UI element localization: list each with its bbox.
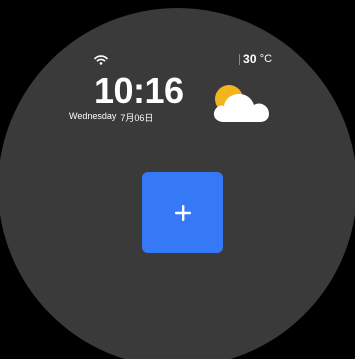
clock-day: 7月06日 <box>120 113 154 123</box>
temperature-divider <box>239 53 240 65</box>
clock-time: 10:16 <box>94 70 184 111</box>
partly-cloudy-icon <box>213 85 269 122</box>
add-widget-button[interactable] <box>142 172 223 253</box>
wifi-icon <box>94 55 108 65</box>
temperature-value: 30 <box>243 52 257 66</box>
clock-date: Wednesday 7月06日 <box>69 111 153 124</box>
screen: 30 °C 10:16 Wednesday 7月06日 <box>0 0 355 359</box>
temperature-indicator: 30 °C <box>239 51 272 67</box>
clock-weekday: Wednesday <box>69 111 117 121</box>
temperature-unit: °C <box>259 53 273 65</box>
plus-icon <box>174 204 191 221</box>
